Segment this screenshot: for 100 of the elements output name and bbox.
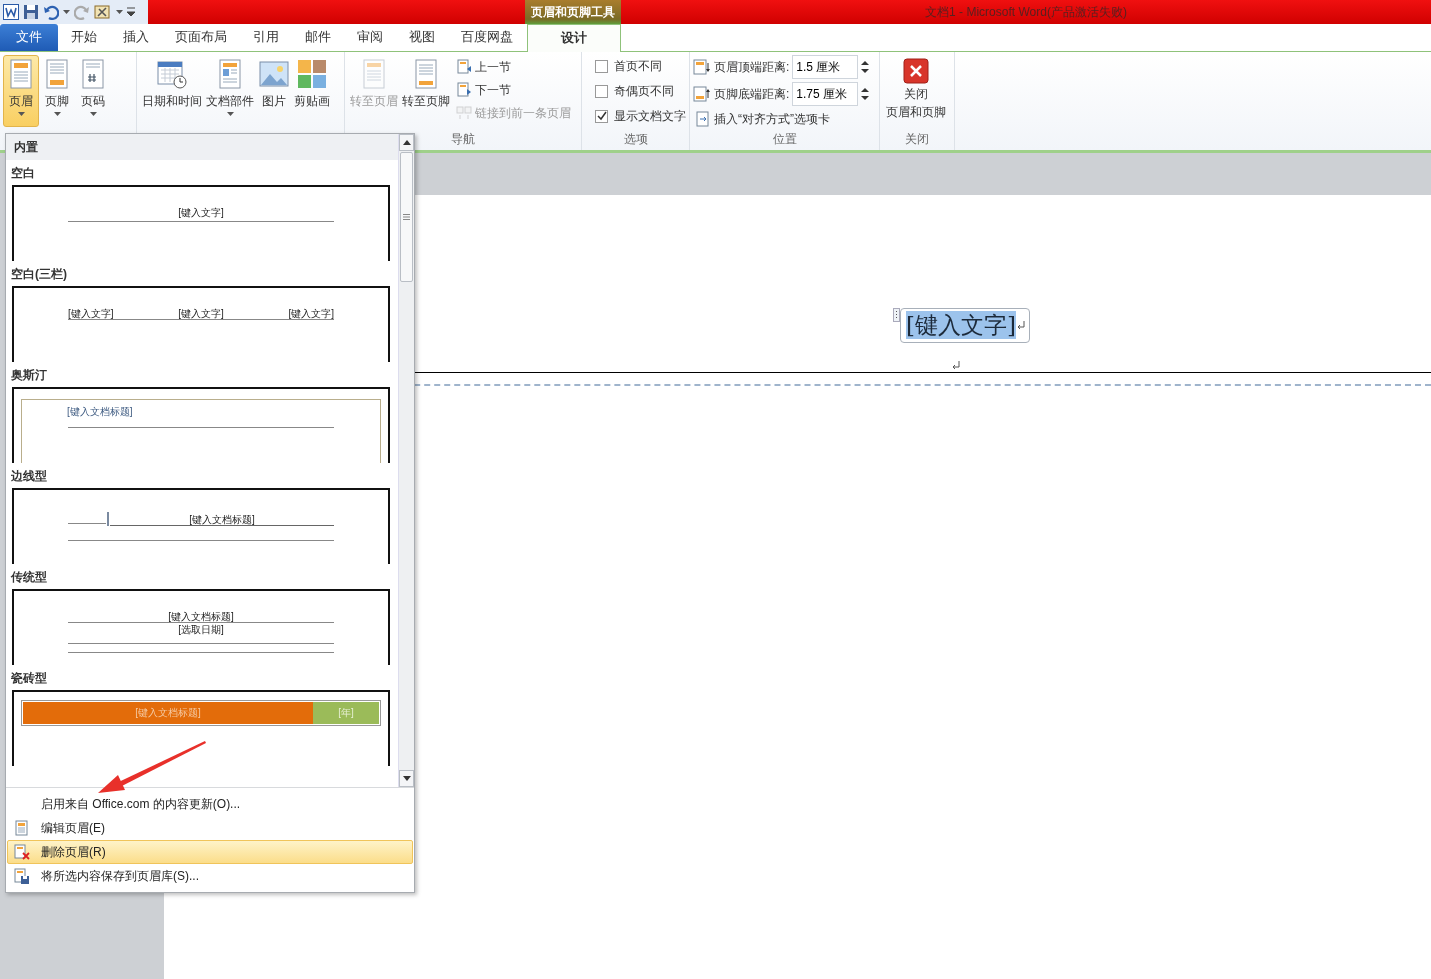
checkbox[interactable] xyxy=(595,84,608,98)
header-text[interactable]: [键入文字] xyxy=(906,311,1016,339)
link-icon xyxy=(456,105,472,121)
calendar-clock-icon xyxy=(156,58,188,90)
ribbon-tab[interactable]: 邮件 xyxy=(292,24,344,51)
checkmark-icon xyxy=(596,111,607,121)
menu-item[interactable]: 删除页眉(R) xyxy=(7,840,413,864)
header-content-control[interactable]: [键入文字] xyxy=(900,308,1030,343)
ribbon-button[interactable]: 页脚 xyxy=(39,55,75,127)
spin-arrows-icon xyxy=(861,60,870,74)
ribbon-button[interactable]: 下一节 xyxy=(454,80,573,100)
group-label: 导航 xyxy=(451,131,475,148)
preview-text: [键入文档标题] xyxy=(67,406,133,417)
checkbox[interactable] xyxy=(595,59,608,73)
gallery-item-label: 传统型 xyxy=(9,569,48,586)
gallery-item-label: 瓷砖型 xyxy=(10,670,48,687)
picture-icon xyxy=(258,58,290,90)
header-preview[interactable]: [键入文档标题] [选取日期] xyxy=(12,589,390,665)
caret-icon xyxy=(89,112,97,116)
caret-icon xyxy=(53,112,61,116)
preview-text: [键入文字] xyxy=(288,308,334,319)
edit-page-icon xyxy=(14,820,30,836)
caret-icon xyxy=(226,112,234,116)
ribbon-tab[interactable]: 视图 xyxy=(396,24,448,51)
gallery-item-label: 空白 xyxy=(10,165,36,182)
group-label: 关闭 xyxy=(905,131,929,148)
paragraph-mark-icon xyxy=(951,359,960,370)
field-label: 页眉顶端距离: xyxy=(714,59,790,76)
ribbon-button[interactable]: 上一节 xyxy=(454,57,573,77)
ribbon-button[interactable]: 页码 xyxy=(75,55,111,127)
ribbon-tab[interactable]: 开始 xyxy=(58,24,110,51)
window-title: 文档1 - Microsoft Word(产品激活失败) xyxy=(924,4,1128,21)
menu-item[interactable]: 将所选内容保存到页眉库(S)... xyxy=(7,864,413,888)
footer-distance-icon xyxy=(693,86,711,102)
ribbon-tab[interactable]: 设计 xyxy=(527,24,621,52)
down-arrow-icon xyxy=(402,776,411,781)
previous-section-icon xyxy=(456,59,472,75)
scrollbar[interactable] xyxy=(398,134,414,787)
caret-icon xyxy=(63,10,70,14)
redo-icon xyxy=(74,4,90,20)
header-preview[interactable]: [键入文字] xyxy=(12,185,390,261)
field-label: 页脚底端距离: xyxy=(714,86,790,103)
undo-icon xyxy=(43,4,59,20)
ribbon-tab[interactable]: 插入 xyxy=(110,24,162,51)
word-icon xyxy=(3,4,19,20)
ribbon-tab[interactable]: 百度网盘 xyxy=(448,24,526,51)
ribbon-button[interactable]: 剪贴画 xyxy=(292,55,332,127)
clip-art-icon xyxy=(296,58,328,90)
caret-icon xyxy=(116,10,123,14)
checkbox[interactable] xyxy=(595,109,608,123)
ribbon-button[interactable]: 图片 xyxy=(256,55,292,127)
scroll-down-button[interactable] xyxy=(399,770,414,787)
section-heading: 内置 xyxy=(6,134,398,160)
scroll-up-button[interactable] xyxy=(399,134,414,151)
checkbox-option[interactable]: 首页不同 xyxy=(591,55,690,77)
ribbon-tab[interactable]: 引用 xyxy=(240,24,292,51)
menu-item[interactable]: 启用来自 Office.com 的内容更新(O)... xyxy=(7,792,413,816)
up-arrow-icon xyxy=(402,140,411,145)
preview-text: [键入文字] xyxy=(68,308,114,319)
header-preview[interactable]: [键入文档标题] xyxy=(12,488,390,564)
insert-tab-icon xyxy=(695,111,711,127)
paragraph-mark-icon xyxy=(1015,320,1025,330)
spin-field[interactable]: 1.75 厘米 xyxy=(792,82,859,106)
spin-arrows-icon xyxy=(861,87,870,101)
header-preview[interactable]: [键入文档标题] xyxy=(12,387,390,463)
ribbon-button[interactable]: 插入“对齐方式”选项卡 xyxy=(693,109,870,129)
save-to-gallery-icon xyxy=(14,868,30,884)
group-label: 位置 xyxy=(772,131,797,148)
preview-text: [键入文字] xyxy=(178,308,224,319)
customize-icon xyxy=(127,7,135,17)
gallery-item-label: 边线型 xyxy=(10,468,48,485)
checkbox-option[interactable]: 显示文档文字 xyxy=(591,105,690,127)
drag-handle-icon xyxy=(893,308,900,322)
ribbon-tab[interactable]: 审阅 xyxy=(344,24,396,51)
delete-page-icon xyxy=(14,844,30,860)
file-tab[interactable]: 文件 xyxy=(0,24,58,51)
scroll-thumb[interactable] xyxy=(400,152,413,282)
ribbon-button[interactable]: 页眉 xyxy=(3,55,39,127)
ribbon-button[interactable]: 日期和时间 xyxy=(140,55,204,127)
spin-field[interactable]: 1.5 厘米 xyxy=(792,55,859,79)
caret-icon xyxy=(17,112,25,116)
close-icon xyxy=(903,58,929,84)
year-tile: [年] xyxy=(313,702,379,724)
group-label: 选项 xyxy=(623,131,648,148)
title-tile: [键入文档标题] xyxy=(23,702,313,724)
checkbox-option[interactable]: 奇偶页不同 xyxy=(591,80,690,102)
gallery-item-label: 奥斯汀 xyxy=(10,367,48,384)
header-preview[interactable]: [键入文字] [键入文字] [键入文字] xyxy=(12,286,390,362)
preview-text: [键入文字] xyxy=(178,207,224,218)
menu-item[interactable]: 编辑页眉(E) xyxy=(7,816,413,840)
header-distance-icon xyxy=(693,59,711,75)
ribbon-tab[interactable]: 页面布局 xyxy=(162,24,240,51)
ribbon-button[interactable]: 转至页脚 xyxy=(400,55,452,127)
save-icon xyxy=(23,4,39,20)
ribbon-button[interactable]: 文档部件 xyxy=(204,55,256,127)
close-header-footer-button[interactable]: 关闭 页眉和页脚 xyxy=(884,55,948,129)
preview-text: [键入文档标题] xyxy=(168,611,234,622)
preview-text: [键入文档标题] xyxy=(189,514,255,525)
contextual-tab-label: 页眉和页脚工具 xyxy=(525,0,621,24)
preview-text: [选取日期] xyxy=(178,624,224,635)
